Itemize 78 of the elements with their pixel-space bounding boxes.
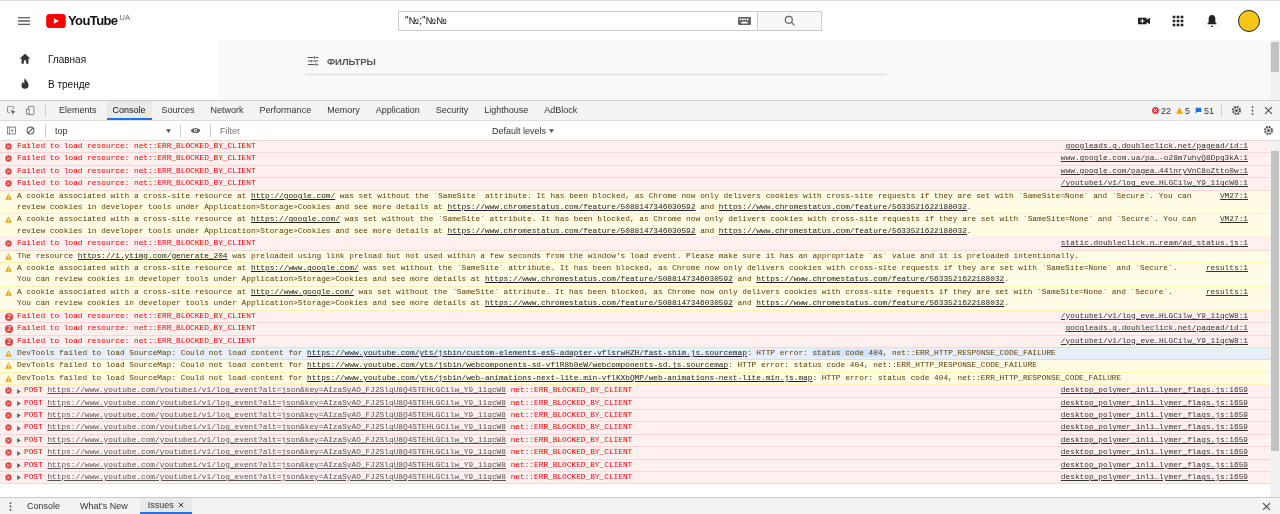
keyboard-icon[interactable] bbox=[738, 16, 751, 25]
console-message-row[interactable] bbox=[0, 360, 1270, 373]
error-icon bbox=[5, 461, 12, 469]
search-icon bbox=[782, 13, 797, 28]
panel-tab[interactable]: Lighthouse bbox=[478, 101, 535, 120]
error-icon bbox=[5, 155, 12, 163]
scrollbar-thumb[interactable] bbox=[1271, 151, 1279, 451]
context-select[interactable]: top bbox=[53, 125, 173, 136]
panel-tab[interactable]: Security bbox=[429, 101, 475, 120]
close-tab-icon[interactable] bbox=[177, 502, 184, 508]
warning-icon bbox=[5, 374, 12, 382]
panel-tab[interactable]: Application bbox=[369, 101, 426, 120]
device-toolbar-icon[interactable] bbox=[25, 105, 36, 116]
warning-icon bbox=[5, 265, 12, 273]
expand-arrow-icon[interactable] bbox=[17, 463, 21, 469]
scrollbar-thumb[interactable] bbox=[1271, 42, 1279, 72]
sidebar-item[interactable]: В тренде bbox=[18, 77, 218, 91]
eye-icon[interactable] bbox=[190, 125, 201, 136]
warning-icon bbox=[5, 216, 12, 224]
error-icon bbox=[5, 240, 12, 248]
error-icon bbox=[5, 449, 12, 457]
panel-tab[interactable]: Sources bbox=[155, 101, 201, 120]
expand-arrow-icon[interactable] bbox=[17, 438, 21, 444]
expand-arrow-icon[interactable] bbox=[17, 413, 21, 419]
panel-tab[interactable]: Elements bbox=[53, 101, 103, 120]
error-icon bbox=[5, 473, 12, 481]
panel-tab[interactable]: Console bbox=[106, 101, 152, 120]
close-icon[interactable] bbox=[1263, 105, 1274, 116]
warning-count[interactable]: 5 bbox=[1184, 105, 1190, 116]
error-icon bbox=[5, 411, 12, 419]
expand-arrow-icon[interactable] bbox=[17, 401, 21, 407]
error-icon bbox=[5, 436, 12, 444]
dropdown-arrow-icon bbox=[166, 128, 171, 133]
drawer-tab[interactable]: Console bbox=[19, 498, 69, 514]
error-icon bbox=[5, 387, 12, 395]
error-icon[interactable] bbox=[1151, 107, 1159, 114]
search-field[interactable]: "№;"№№ bbox=[398, 10, 758, 31]
bell-icon[interactable] bbox=[1204, 12, 1220, 29]
sidebar-item[interactable]: Главная bbox=[18, 52, 218, 66]
drawer-tab[interactable]: Issues bbox=[139, 498, 192, 514]
sliders-icon bbox=[306, 54, 320, 68]
message-icon[interactable] bbox=[1195, 107, 1202, 114]
error-icon bbox=[5, 424, 12, 432]
panel-tab[interactable]: AdBlock bbox=[538, 101, 584, 120]
settings-icon[interactable] bbox=[1231, 105, 1242, 116]
expand-arrow-icon[interactable] bbox=[17, 475, 21, 481]
inspect-icon[interactable] bbox=[6, 105, 17, 116]
logo-text[interactable]: YouTube bbox=[68, 13, 118, 28]
warning-icon bbox=[5, 362, 12, 370]
expand-arrow-icon[interactable] bbox=[17, 450, 21, 456]
error-icon bbox=[5, 143, 12, 150]
warning-icon bbox=[5, 288, 12, 296]
warning-icon bbox=[5, 349, 12, 357]
more-options-icon[interactable] bbox=[1250, 105, 1255, 116]
sidebar-toggle-icon[interactable] bbox=[6, 125, 17, 136]
error-icon bbox=[5, 167, 12, 175]
expand-arrow-icon[interactable] bbox=[17, 425, 21, 431]
dropdown-arrow-icon bbox=[549, 128, 555, 133]
error-count[interactable]: 22 bbox=[1160, 105, 1171, 116]
filters-button[interactable]: ФИЛЬТРЫ bbox=[306, 54, 376, 68]
error-icon bbox=[5, 180, 12, 188]
settings-icon[interactable] bbox=[1263, 125, 1274, 136]
close-icon[interactable] bbox=[1261, 500, 1272, 512]
clear-console-icon[interactable] bbox=[25, 125, 36, 136]
avatar[interactable] bbox=[1238, 9, 1260, 32]
log-levels-dropdown[interactable]: Default levels bbox=[486, 124, 561, 137]
home-icon bbox=[18, 52, 32, 66]
panel-tab[interactable]: Performance bbox=[253, 101, 318, 120]
expand-arrow-icon[interactable] bbox=[17, 388, 21, 394]
info-count[interactable]: 51 bbox=[1204, 105, 1214, 116]
panel-tab[interactable]: Network bbox=[204, 101, 250, 120]
error-icon bbox=[5, 399, 12, 407]
play-logo-icon bbox=[46, 14, 66, 28]
warning-icon bbox=[5, 252, 12, 260]
warning-icon bbox=[5, 192, 12, 200]
more-options-icon[interactable] bbox=[8, 500, 13, 512]
panel-tab[interactable]: Memory bbox=[321, 101, 366, 120]
drawer-tab[interactable]: What's New bbox=[72, 498, 136, 514]
